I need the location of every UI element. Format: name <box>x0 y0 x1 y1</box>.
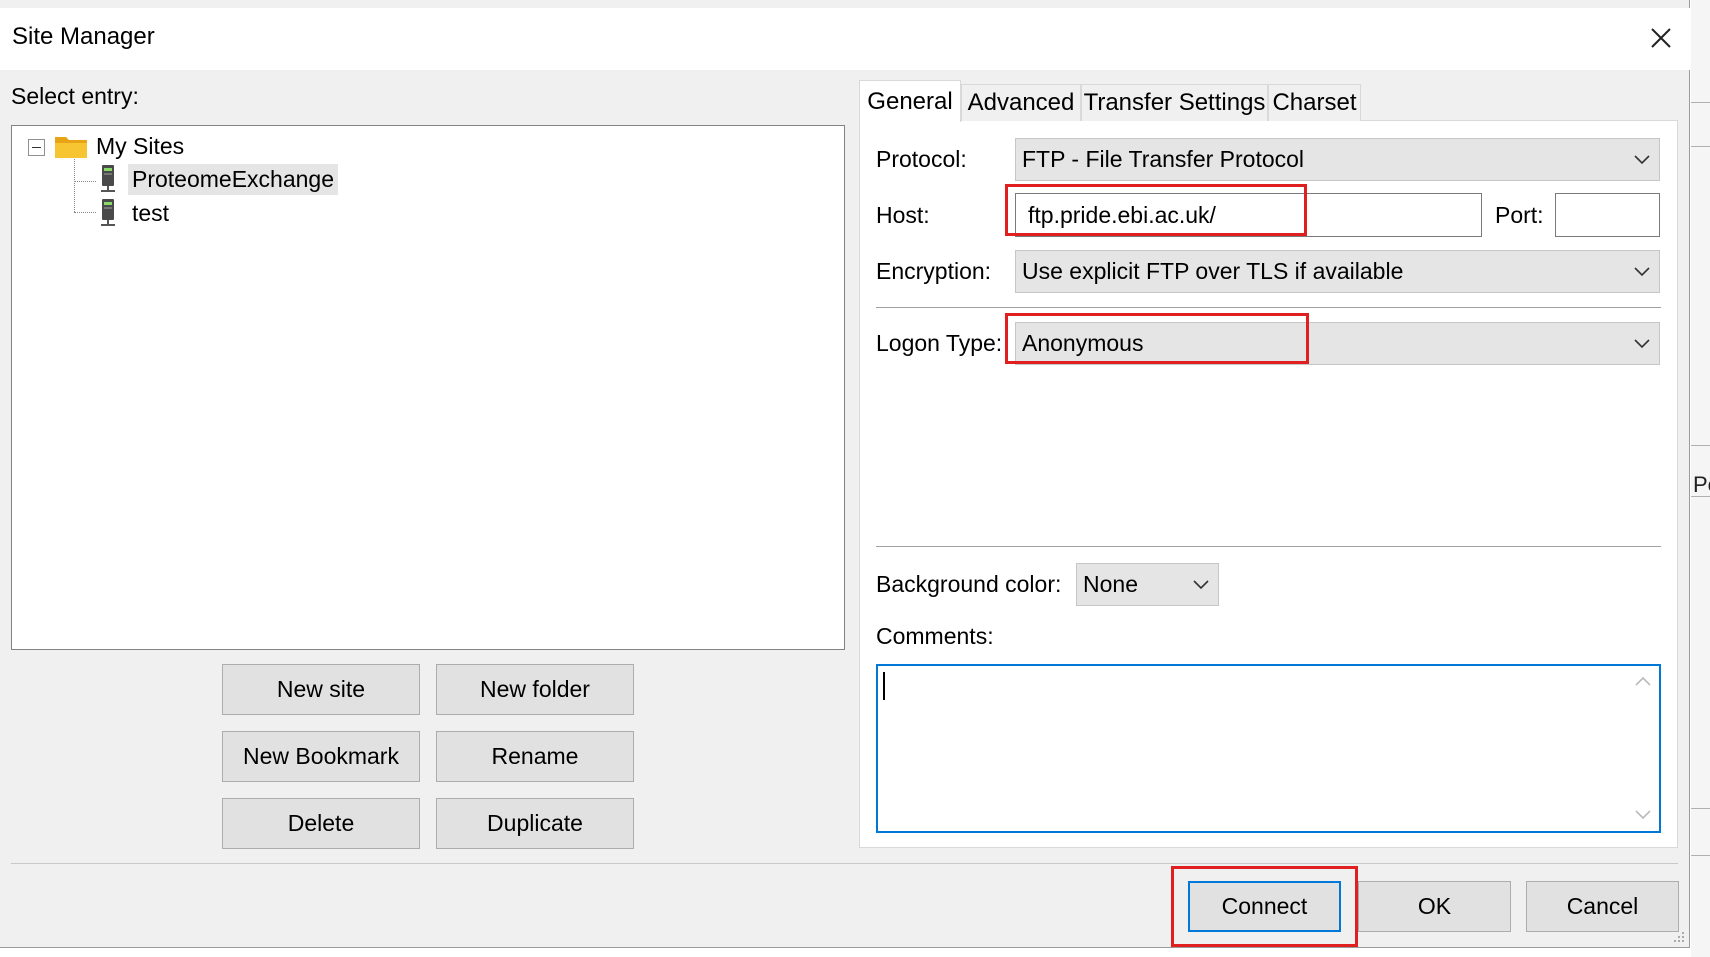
protocol-select[interactable]: FTP - File Transfer Protocol <box>1015 138 1660 181</box>
rename-button[interactable]: Rename <box>436 731 634 782</box>
protocol-label: Protocol: <box>876 146 967 172</box>
background-color-label: Background color: <box>876 571 1062 597</box>
host-label: Host: <box>876 202 930 228</box>
connect-highlight <box>1171 866 1358 947</box>
host-highlight <box>1005 184 1307 236</box>
chevron-down-icon <box>1625 154 1659 165</box>
tree-item-label: ProteomeExchange <box>128 163 339 195</box>
tree-collapse-toggle[interactable] <box>28 139 45 156</box>
close-icon <box>1651 28 1671 48</box>
separator <box>876 546 1661 547</box>
tree-item-label: My Sites <box>96 132 185 159</box>
port-label: Port: <box>1495 202 1544 228</box>
title-bar <box>0 8 1690 70</box>
separator <box>876 307 1661 308</box>
comments-label: Comments: <box>876 623 994 649</box>
site-tree[interactable]: My Sites ProteomeExchange test <box>11 125 845 650</box>
resize-grip-icon[interactable] <box>1670 928 1686 949</box>
text-cursor <box>883 672 885 700</box>
duplicate-button[interactable]: Duplicate <box>436 798 634 849</box>
server-icon <box>101 199 115 226</box>
select-entry-label: Select entry: <box>11 83 139 109</box>
close-button[interactable] <box>1641 18 1681 58</box>
new-site-button[interactable]: New site <box>222 664 420 715</box>
ok-button[interactable]: OK <box>1358 881 1511 932</box>
cancel-button[interactable]: Cancel <box>1526 881 1679 932</box>
logon-type-highlight <box>1005 313 1309 364</box>
scroll-up-icon[interactable] <box>1634 674 1652 692</box>
tree-item-proteomeexchange[interactable]: ProteomeExchange <box>98 163 339 195</box>
port-input[interactable] <box>1555 193 1660 237</box>
chevron-down-icon <box>1184 579 1218 590</box>
comments-textarea[interactable] <box>876 664 1661 833</box>
protocol-value: FTP - File Transfer Protocol <box>1022 146 1305 172</box>
background-app-label: Pe <box>1693 472 1710 497</box>
new-bookmark-button[interactable]: New Bookmark <box>222 731 420 782</box>
chevron-down-icon <box>1625 338 1659 349</box>
footer-separator <box>11 863 1678 864</box>
encryption-select[interactable]: Use explicit FTP over TLS if available <box>1015 250 1660 293</box>
tab-advanced[interactable]: Advanced <box>961 84 1081 121</box>
logon-type-label: Logon Type: <box>876 330 1003 356</box>
encryption-value: Use explicit FTP over TLS if available <box>1022 258 1404 284</box>
scroll-down-icon[interactable] <box>1634 808 1652 826</box>
tree-item-label: test <box>132 199 170 226</box>
folder-icon <box>55 137 87 158</box>
tab-transfer-settings[interactable]: Transfer Settings <box>1081 84 1268 121</box>
new-folder-button[interactable]: New folder <box>436 664 634 715</box>
background-color-value: None <box>1083 571 1138 597</box>
encryption-label: Encryption: <box>876 258 992 284</box>
server-icon <box>101 165 115 192</box>
tree-item-my-sites[interactable]: My Sites <box>54 130 184 162</box>
chevron-down-icon <box>1625 266 1659 277</box>
tab-general[interactable]: General <box>859 80 961 122</box>
delete-button[interactable]: Delete <box>222 798 420 849</box>
tab-charset[interactable]: Charset <box>1268 84 1361 121</box>
window-title: Site Manager <box>12 23 155 50</box>
tree-item-test[interactable]: test <box>98 197 173 229</box>
background-color-select[interactable]: None <box>1076 563 1219 606</box>
